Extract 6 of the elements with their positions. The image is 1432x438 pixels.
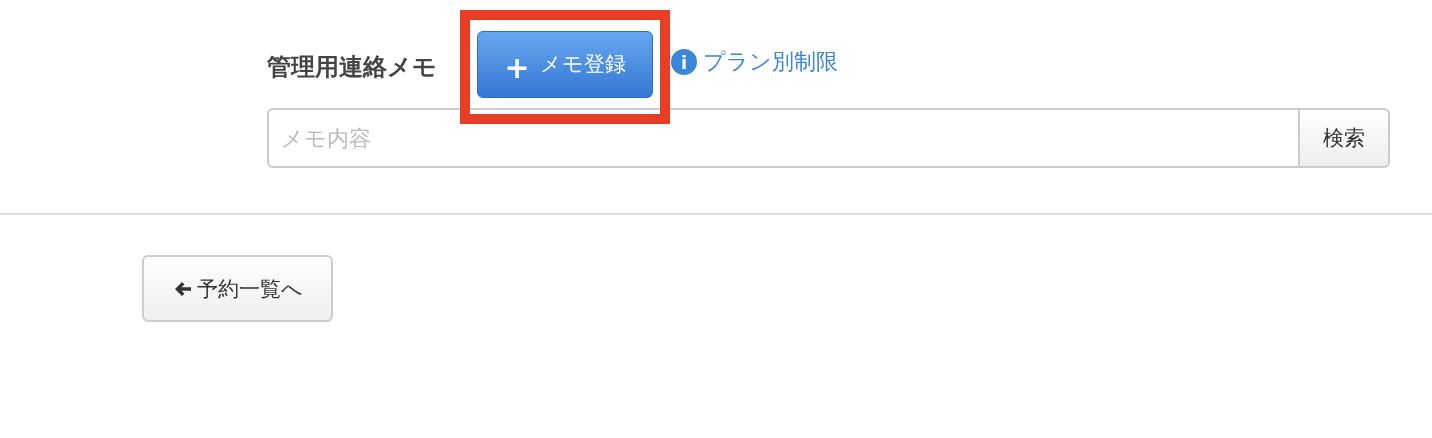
section-title: 管理用連絡メモ bbox=[267, 52, 437, 83]
back-button[interactable]: 予約一覧へ bbox=[142, 255, 333, 322]
plan-limit-link[interactable]: i プラン別制限 bbox=[671, 47, 838, 77]
search-button[interactable]: 検索 bbox=[1298, 108, 1390, 168]
memo-search-field[interactable]: メモ内容 bbox=[267, 108, 1298, 168]
info-icon: i bbox=[671, 49, 697, 75]
